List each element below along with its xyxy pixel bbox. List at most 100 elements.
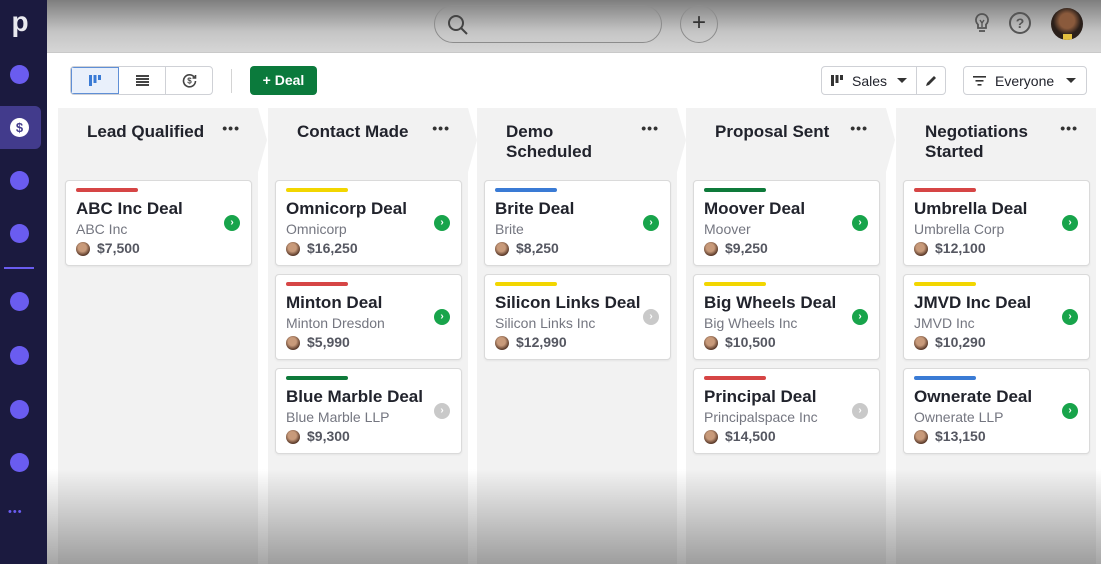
sidebar-item-1[interactable] [10,65,29,84]
deal-card[interactable]: Big Wheels Deal Big Wheels Inc $10,500 › [693,274,880,360]
pipeline-dropdown[interactable]: Sales [822,67,917,94]
user-avatar[interactable] [1051,8,1083,40]
deal-organization: Big Wheels Inc [704,315,798,331]
owner-filter[interactable]: Everyone [963,66,1087,95]
deal-title[interactable]: ABC Inc Deal [76,199,183,219]
help-icon[interactable]: ? [1009,12,1031,34]
deal-title[interactable]: Brite Deal [495,199,574,219]
add-deal-button[interactable]: + Deal [250,66,317,95]
deal-title[interactable]: Ownerate Deal [914,387,1032,407]
deal-label-tag [914,376,976,380]
owner-avatar [76,242,90,256]
stage-arrow [677,108,686,172]
stage-menu-icon[interactable]: ••• [222,120,240,136]
next-activity-icon[interactable]: › [852,309,868,325]
stage-header: Proposal Sent ••• [686,108,895,172]
top-bar: + ? [47,0,1101,53]
stage-arrow [468,108,477,172]
stage-title: Negotiations Started [925,122,1028,161]
deal-card[interactable]: Umbrella Deal Umbrella Corp $12,100 › [903,180,1090,266]
deal-title[interactable]: Minton Deal [286,293,382,313]
deal-title[interactable]: Blue Marble Deal [286,387,423,407]
deal-card[interactable]: Omnicorp Deal Omnicorp $16,250 › [275,180,462,266]
deal-card[interactable]: Minton Deal Minton Dresdon $5,990 › [275,274,462,360]
next-activity-icon[interactable]: › [643,309,659,325]
next-activity-icon[interactable]: › [852,403,868,419]
deal-organization: Principalspace Inc [704,409,818,425]
deal-organization: Ownerate LLP [914,409,1004,425]
deal-card[interactable]: JMVD Inc Deal JMVD Inc $10,290 › [903,274,1090,360]
owner-avatar [704,430,718,444]
edit-pipeline-button[interactable] [917,67,945,94]
next-activity-icon[interactable]: › [434,403,450,419]
deal-card[interactable]: Brite Deal Brite $8,250 › [484,180,671,266]
deal-card[interactable]: Principal Deal Principalspace Inc $14,500 › [693,368,880,454]
chevron-down-icon [1066,78,1077,83]
stage-arrow [258,108,267,172]
sidebar-item-deals[interactable]: $ [0,106,41,149]
next-activity-icon[interactable]: › [434,215,450,231]
deal-card[interactable]: Blue Marble Deal Blue Marble LLP $9,300 › [275,368,462,454]
next-activity-icon[interactable]: › [224,215,240,231]
stage-title: Lead Qualified [87,122,205,141]
owner-avatar [286,336,300,350]
stage-header: Lead Qualified ••• [58,108,267,172]
next-activity-icon[interactable]: › [434,309,450,325]
more-icon[interactable]: ••• [8,506,23,518]
forecast-view-button[interactable]: $ [166,67,212,94]
deal-label-tag [286,376,348,380]
quick-add-button[interactable]: + [680,5,718,43]
deal-title[interactable]: Moover Deal [704,199,805,219]
sidebar-item-3[interactable] [10,171,29,190]
view-switcher: $ [70,66,213,95]
lightbulb-icon[interactable] [972,12,992,34]
stage-menu-icon[interactable]: ••• [641,120,659,136]
next-activity-icon[interactable]: › [1062,309,1078,325]
sidebar-item-4[interactable] [10,224,29,243]
deal-label-tag [914,188,976,192]
sidebar-item-6[interactable] [10,346,29,365]
deal-organization: JMVD Inc [914,315,975,331]
next-activity-icon[interactable]: › [643,215,659,231]
deal-value: $7,500 [97,240,140,256]
stage-menu-icon[interactable]: ••• [1060,120,1078,136]
owner-avatar [704,242,718,256]
sidebar-item-8[interactable] [10,453,29,472]
stage-menu-icon[interactable]: ••• [850,120,868,136]
deal-card[interactable]: Moover Deal Moover $9,250 › [693,180,880,266]
deal-card[interactable]: Ownerate Deal Ownerate LLP $13,150 › [903,368,1090,454]
deal-card[interactable]: Silicon Links Deal Silicon Links Inc $12,9… [484,274,671,360]
sidebar-item-7[interactable] [10,400,29,419]
next-activity-icon[interactable]: › [1062,403,1078,419]
search-icon [448,15,468,35]
deal-title[interactable]: Omnicorp Deal [286,199,407,219]
deal-organization: Omnicorp [286,221,347,237]
pipeline-view-button[interactable] [71,67,119,94]
list-view-button[interactable] [119,67,166,94]
owner-avatar [495,242,509,256]
deal-title[interactable]: JMVD Inc Deal [914,293,1031,313]
toolbar-divider [231,69,232,93]
pipedrive-logo[interactable]: p [0,4,40,40]
deal-title[interactable]: Big Wheels Deal [704,293,836,313]
search-input[interactable] [434,5,662,43]
next-activity-icon[interactable]: › [1062,215,1078,231]
stage-header: Demo Scheduled ••• [477,108,686,172]
stage-menu-icon[interactable]: ••• [432,120,450,136]
deal-label-tag [704,376,766,380]
owner-avatar [704,336,718,350]
stage-header: Contact Made ••• [268,108,477,172]
deal-title[interactable]: Silicon Links Deal [495,293,641,313]
next-activity-icon[interactable]: › [852,215,868,231]
deal-value: $12,100 [935,240,986,256]
pipeline-icon [831,74,843,86]
deal-value: $13,150 [935,428,986,444]
deal-value: $14,500 [725,428,776,444]
deal-title[interactable]: Umbrella Deal [914,199,1027,219]
deal-value: $5,990 [307,334,350,350]
deal-card[interactable]: ABC Inc Deal ABC Inc $7,500 › [65,180,252,266]
sidebar-item-5[interactable] [10,292,29,311]
deal-label-tag [704,188,766,192]
deal-title[interactable]: Principal Deal [704,387,816,407]
pipeline-selector: Sales [821,66,946,95]
